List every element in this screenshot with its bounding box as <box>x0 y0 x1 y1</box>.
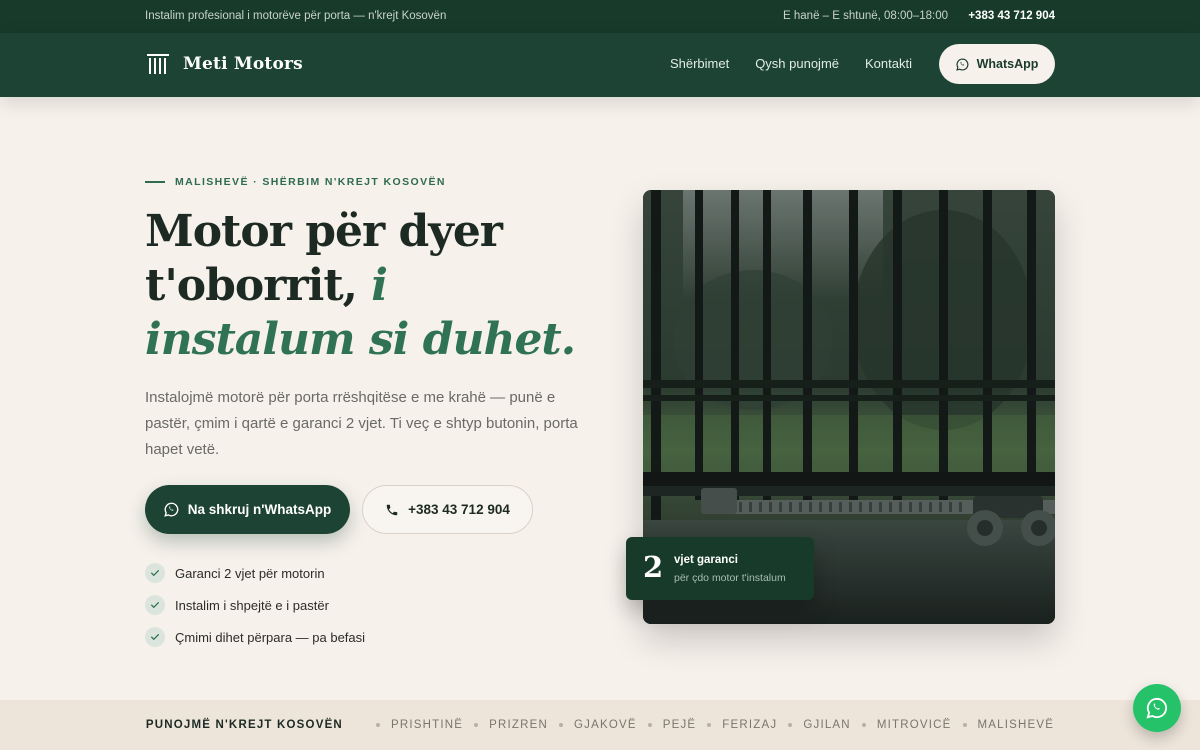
city-name: GJAKOVË <box>574 719 637 731</box>
nav-links: Shërbimet Qysh punojmë Kontakti <box>670 56 912 71</box>
hero-description: Instalojmë motorë për porta rrëshqitëse … <box>145 389 578 458</box>
hero-title-main: Motor për dyer t'oborrit, <box>145 206 503 311</box>
city-name: FERIZAJ <box>722 719 778 731</box>
check-icon <box>145 595 165 615</box>
warranty-years: 2 <box>643 550 664 584</box>
city-name: PRIZREN <box>489 719 548 731</box>
benefit-item: Garanci 2 vjet për motorin <box>145 562 365 584</box>
city-name: PRISHTINË <box>390 719 464 731</box>
brand-name: Meti Motors <box>183 54 303 74</box>
warranty-badge: 2 vjet garanci për çdo motor t'instalum <box>626 537 814 600</box>
city-item: GJAKOVË <box>548 719 637 731</box>
separator-dot <box>962 723 967 727</box>
nav-link-contact[interactable]: Kontakti <box>865 56 912 71</box>
separator-dot <box>474 723 479 727</box>
service-area-strip: PUNOJMË N'KREJT KOSOVËN PRISHTINË PRIZRE… <box>0 700 1200 750</box>
city-name: GJILAN <box>803 719 851 731</box>
hero-title: Motor për dyer t'oborrit, i instalum si … <box>145 205 605 367</box>
benefit-item: Çmimi dihet përpara — pa befasi <box>145 626 365 648</box>
city-item: PEJË <box>637 719 697 731</box>
whatsapp-icon <box>955 57 969 71</box>
city-name: MITROVICË <box>876 719 952 731</box>
whatsapp-cta-button[interactable]: Na shkruj n'WhatsApp <box>145 485 350 534</box>
benefit-list: Garanci 2 vjet për motorin Instalim i sh… <box>145 562 365 658</box>
city-item: MITROVICË <box>851 719 952 731</box>
whatsapp-cta-label: Na shkruj n'WhatsApp <box>187 502 332 517</box>
city-name: MALISHEVË <box>977 719 1055 731</box>
benefit-text: Garanci 2 vjet për motorin <box>175 565 325 581</box>
benefit-item: Instalim i shpejtë e i pastër <box>145 594 365 616</box>
check-icon <box>145 563 165 583</box>
separator-dot <box>707 723 712 727</box>
main-navbar: Meti Motors Shërbimet Qysh punojmë Konta… <box>0 33 1200 97</box>
separator-dot <box>647 723 652 727</box>
warranty-title: vjet garanci <box>674 554 738 566</box>
warranty-subtitle: për çdo motor t'instalum <box>674 572 786 584</box>
whatsapp-icon <box>1146 697 1168 719</box>
nav-link-how-we-work[interactable]: Qysh punojmë <box>755 56 839 71</box>
separator-dot <box>559 723 563 727</box>
benefit-text: Çmimi dihet përpara — pa befasi <box>175 629 366 645</box>
business-hours: E hanë – E shtunë, 08:00–18:00 <box>783 10 948 22</box>
whatsapp-icon <box>164 502 179 517</box>
top-tagline: Instalim profesional i motorëve për port… <box>145 10 447 22</box>
separator-dot <box>788 723 793 727</box>
city-item: MALISHEVË <box>952 719 1055 731</box>
hero-eyebrow: MALISHEVË · SHËRBIM N'KREJT KOSOVËN <box>145 176 446 188</box>
separator-dot <box>861 723 866 727</box>
benefit-text: Instalim i shpejtë e i pastër <box>175 597 329 613</box>
check-icon <box>145 627 165 647</box>
city-item: PRIZREN <box>463 719 548 731</box>
top-info-bar: Instalim profesional i motorëve për port… <box>0 0 1200 33</box>
top-phone-link[interactable]: +383 43 712 904 <box>968 10 1055 22</box>
call-phone-button[interactable]: +383 43 712 904 <box>362 485 533 534</box>
city-name: PEJË <box>662 719 697 731</box>
floating-whatsapp-button[interactable] <box>1133 684 1181 732</box>
eyebrow-line <box>145 181 165 183</box>
city-item: FERIZAJ <box>696 719 777 731</box>
call-phone-label: +383 43 712 904 <box>408 502 510 517</box>
brand-logo[interactable]: Meti Motors <box>147 53 303 75</box>
phone-icon <box>386 504 398 515</box>
service-area-label: PUNOJMË N'KREJT KOSOVËN <box>145 719 343 731</box>
eyebrow-text: MALISHEVË · SHËRBIM N'KREJT KOSOVËN <box>175 176 446 188</box>
city-item: GJILAN <box>777 719 850 731</box>
city-item: PRISHTINË <box>365 719 463 731</box>
gate-bars-icon <box>147 54 169 74</box>
nav-whatsapp-button[interactable]: WhatsApp <box>939 44 1055 84</box>
nav-whatsapp-label: WhatsApp <box>976 57 1039 71</box>
separator-dot <box>375 723 380 727</box>
nav-link-services[interactable]: Shërbimet <box>670 56 729 71</box>
